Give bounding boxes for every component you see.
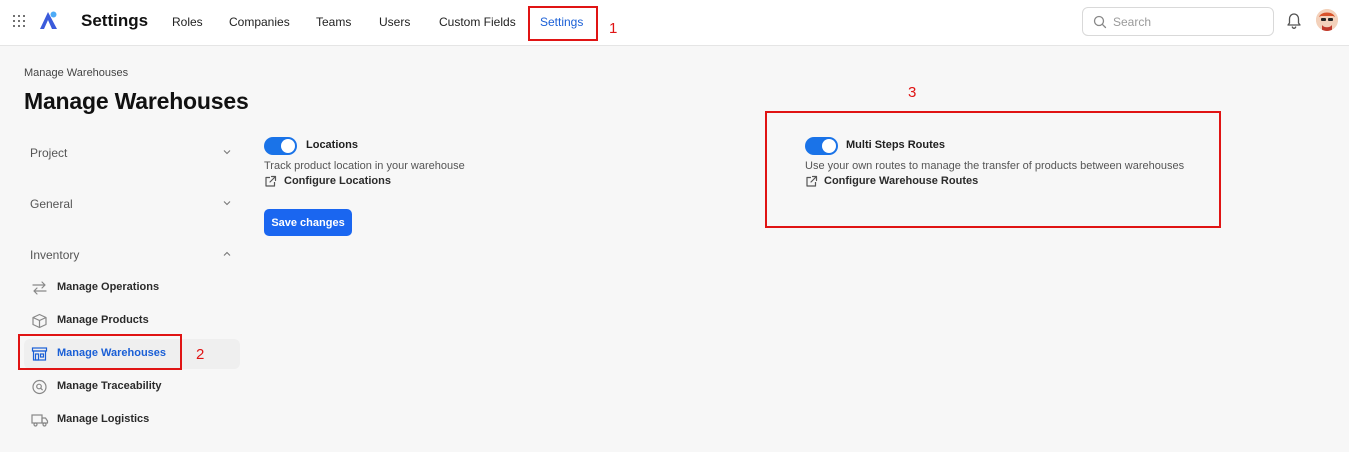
chevron-up-icon (223, 251, 231, 256)
page-title: Manage Warehouses (24, 88, 249, 114)
search-icon (1093, 15, 1107, 29)
truck-icon (31, 414, 49, 427)
sidebar-item-manage-products[interactable]: Manage Products (24, 306, 240, 336)
annotation-box-2 (18, 334, 182, 370)
locations-description: Track product location in your warehouse (264, 160, 465, 172)
box-icon (32, 313, 47, 329)
apps-grid-icon[interactable] (13, 15, 25, 27)
chevron-down-icon (223, 150, 231, 155)
nav-custom-fields[interactable]: Custom Fields (439, 15, 516, 29)
section-label: Project (30, 146, 68, 160)
sidebar-section-inventory[interactable]: Inventory (30, 248, 232, 262)
app-logo[interactable] (38, 10, 60, 32)
sidebar-item-label: Manage Products (57, 314, 149, 326)
locations-toggle[interactable] (264, 137, 297, 155)
top-bar: Settings Roles Companies Teams Users Cus… (0, 0, 1349, 46)
sidebar-item-manage-operations[interactable]: Manage Operations (24, 273, 240, 303)
nav-companies[interactable]: Companies (229, 15, 290, 29)
annotation-number-1: 1 (609, 20, 618, 37)
annotation-number-3: 3 (908, 84, 917, 101)
section-label: Inventory (30, 248, 80, 262)
sidebar-item-manage-traceability[interactable]: Manage Traceability (24, 372, 240, 402)
sidebar-item-label: Manage Logistics (57, 413, 150, 425)
nav-roles[interactable]: Roles (172, 15, 203, 29)
annotation-number-2: 2 (196, 346, 205, 363)
sidebar-item-label: Manage Traceability (57, 380, 162, 392)
sidebar-section-project[interactable]: Project (30, 146, 232, 160)
annotation-box-1 (528, 6, 598, 41)
chevron-down-icon (223, 201, 231, 206)
breadcrumb[interactable]: Manage Warehouses (24, 67, 128, 79)
save-changes-button[interactable]: Save changes (264, 209, 352, 236)
search-box[interactable] (1082, 7, 1274, 36)
app-title: Settings (81, 11, 149, 30)
bell-icon[interactable] (1286, 12, 1302, 30)
section-label: General (30, 197, 73, 211)
sidebar-item-label: Manage Operations (57, 281, 160, 293)
arrows-exchange-icon (32, 281, 47, 295)
user-avatar[interactable] (1316, 9, 1338, 31)
sidebar-section-general[interactable]: General (30, 197, 232, 211)
locations-title: Locations (306, 139, 358, 151)
external-link-icon (265, 175, 277, 187)
search-circle-icon (32, 379, 47, 395)
search-input[interactable] (1113, 12, 1263, 31)
sidebar-item-manage-logistics[interactable]: Manage Logistics (24, 405, 240, 435)
nav-teams[interactable]: Teams (316, 15, 351, 29)
configure-locations-link[interactable]: Configure Locations (284, 175, 391, 187)
nav-users[interactable]: Users (379, 15, 410, 29)
annotation-box-3 (765, 111, 1221, 228)
